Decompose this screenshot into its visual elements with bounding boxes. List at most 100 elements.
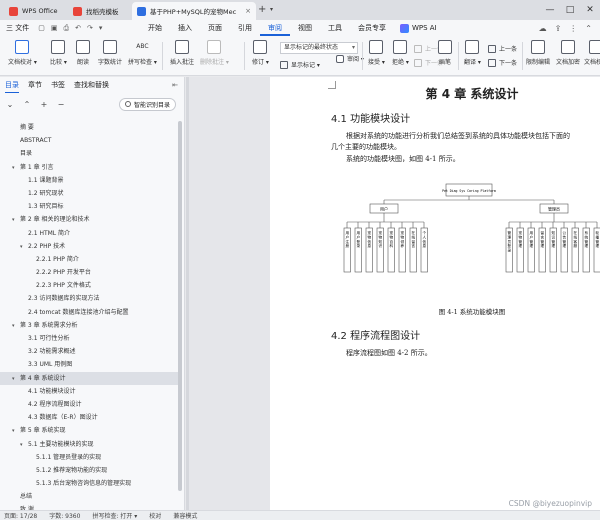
encrypt-button[interactable]: 文档加密: [556, 40, 580, 66]
proof-status[interactable]: 校对: [149, 511, 161, 520]
compare-button[interactable]: 比较 ▾: [50, 40, 67, 66]
toc-item[interactable]: 4.3 数据库（E-R）图设计: [0, 411, 178, 424]
expand-all-icon[interactable]: ⌄: [6, 100, 14, 109]
tab-wps-office[interactable]: WPS Office: [4, 2, 66, 20]
toc-item[interactable]: 5.1.1 管理员登录的实现: [0, 451, 178, 464]
pen-button[interactable]: 画笔: [438, 40, 452, 66]
toc-item[interactable]: 3.2 功能需求概述: [0, 345, 178, 358]
save-icon[interactable]: ▣: [51, 24, 58, 32]
tab-chapter[interactable]: 章节: [28, 80, 42, 92]
tab-bookmark[interactable]: 书签: [51, 80, 65, 92]
word-count[interactable]: 字数: 9360: [49, 511, 80, 520]
tab-find-replace[interactable]: 查找和替换: [74, 80, 109, 92]
diagram-root-label: Pet Diag Sys Caring Platform: [442, 189, 496, 193]
remove-heading-icon[interactable]: −: [57, 100, 65, 109]
toc-item[interactable]: 摘 要: [0, 121, 178, 134]
toc-item[interactable]: 5.1.2 推荐宠物功能的实现: [0, 464, 178, 477]
toc-item[interactable]: 1.3 研究目标: [0, 200, 178, 213]
translate-button[interactable]: 翻译 ▾: [464, 40, 481, 66]
tab-template[interactable]: 找稻壳模板: [68, 2, 130, 20]
cloud-icon[interactable]: ☁: [539, 24, 547, 33]
undo-icon[interactable]: ↶: [75, 24, 81, 32]
menu-start[interactable]: 开始: [140, 20, 170, 36]
word-count-button[interactable]: 字数统计: [98, 40, 122, 66]
toc-item[interactable]: 目录: [0, 147, 178, 160]
toc-item[interactable]: 1.1 课题背景: [0, 174, 178, 187]
toc-item[interactable]: 4.2 程序流程图设计: [0, 398, 178, 411]
maximize-icon[interactable]: □: [560, 0, 580, 20]
insert-comment-button[interactable]: 插入批注: [170, 40, 194, 66]
toc-item[interactable]: ▾ 第 4 章 系统设计: [0, 371, 178, 385]
restrict-edit-button[interactable]: 限制编辑: [526, 40, 550, 66]
nav-scrollbar[interactable]: [178, 121, 182, 491]
toc-item[interactable]: 5.1.3 后台宠物咨询信息的管理实现: [0, 477, 178, 490]
menu-view[interactable]: 视图: [290, 20, 320, 36]
track-changes-button[interactable]: 修订 ▾: [252, 40, 269, 66]
folder-icon[interactable]: ▢: [38, 24, 45, 32]
redo-icon[interactable]: ↷: [87, 24, 93, 32]
menu-member[interactable]: 会员专享: [350, 20, 394, 36]
document-page[interactable]: 第 4 章 系统设计 4.1 功能模块设计 根据对系统的功能进行分析我们总结签到…: [270, 77, 600, 510]
collapse-all-icon[interactable]: ⌃: [23, 100, 31, 109]
tab-document[interactable]: 基于PHP+MySQL的宠物Mec ×: [132, 2, 256, 20]
tab-list-icon[interactable]: ▾: [270, 6, 273, 13]
compare-prev-button[interactable]: 上一条: [488, 44, 517, 53]
toc-item[interactable]: ▾ 第 3 章 系统需求分析: [0, 319, 178, 332]
show-markup-button[interactable]: 显示标记 ▾: [280, 60, 320, 69]
toc-item[interactable]: 总结: [0, 490, 178, 503]
more-options-icon[interactable]: ⋮: [569, 24, 577, 33]
more-icon[interactable]: ▾: [99, 24, 103, 32]
collapse-pane-icon[interactable]: ⇤: [172, 81, 178, 91]
page-indicator[interactable]: 页面: 17/28: [4, 511, 37, 520]
toc-item[interactable]: 2.3 访问数据库的实现方法: [0, 292, 178, 305]
print-icon[interactable]: ⎙: [63, 24, 69, 33]
add-heading-icon[interactable]: +: [40, 100, 48, 109]
review-pane-button[interactable]: 审阅 ▾: [336, 54, 364, 63]
toc-item[interactable]: ▾ 5.1 主要功能模块的实现: [0, 438, 178, 451]
toc-item[interactable]: 4.1 功能模块设计: [0, 385, 178, 398]
smart-toc-button[interactable]: 智能识别目录: [118, 97, 176, 111]
tab-label: WPS Office: [22, 7, 58, 15]
minimize-icon[interactable]: —: [540, 0, 560, 20]
toc-item[interactable]: 1.2 研究现状: [0, 187, 178, 200]
menu-tools[interactable]: 工具: [320, 20, 350, 36]
button-label: 翻译 ▾: [464, 59, 481, 66]
tab-toc[interactable]: 目录: [5, 80, 19, 93]
menu-review[interactable]: 审阅: [260, 20, 290, 36]
menu-insert[interactable]: 插入: [170, 20, 200, 36]
toc-item[interactable]: ABSTRACT: [0, 134, 178, 147]
toc-item[interactable]: 2.1 HTML 简介: [0, 227, 178, 240]
close-window-icon[interactable]: ✕: [580, 0, 600, 20]
toc-item[interactable]: ▾ 第 1 章 引言: [0, 161, 178, 174]
toc-item[interactable]: 3.3 UML 用例图: [0, 358, 178, 371]
doc-proof-button[interactable]: 文档校对 ▾: [8, 40, 37, 66]
toc-item-label: 目录: [20, 150, 33, 158]
toc-item[interactable]: ▾ 第 2 章 相关的理论和技术: [0, 213, 178, 226]
collapse-ribbon-icon[interactable]: ⌃: [585, 24, 592, 33]
toc-item[interactable]: ▾ 2.2 PHP 技术: [0, 240, 178, 253]
permission-button[interactable]: 文档权限: [584, 40, 600, 66]
share-icon[interactable]: ⇪: [555, 24, 562, 33]
reject-button[interactable]: 拒绝 ▾: [392, 40, 409, 66]
toc-item[interactable]: 2.2.3 PHP 文件格式: [0, 279, 178, 292]
markup-display-select[interactable]: 显示标记的最终状态: [280, 42, 358, 54]
toc-item[interactable]: 3.1 可行性分析: [0, 332, 178, 345]
new-tab-icon[interactable]: +: [258, 4, 266, 15]
menu-page[interactable]: 页面: [200, 20, 230, 36]
paragraph-line: 几个主要的功能模块。: [331, 143, 401, 151]
delete-comment-button[interactable]: 删除批注 ▾: [200, 40, 229, 66]
close-tab-icon[interactable]: ×: [241, 7, 251, 15]
read-aloud-button[interactable]: 朗读: [76, 40, 90, 66]
spell-check-button[interactable]: ABC 拼写检查 ▾: [128, 40, 157, 66]
wps-ai-icon: [400, 23, 409, 33]
spell-check-status[interactable]: 拼写检查: 打开 ▾: [92, 511, 137, 520]
toc-item[interactable]: ▾ 第 5 章 系统实现: [0, 424, 178, 437]
wps-ai-button[interactable]: WPS AI: [400, 23, 437, 33]
menu-reference[interactable]: 引用: [230, 20, 260, 36]
accept-button[interactable]: 接受 ▾: [368, 40, 385, 66]
toc-item[interactable]: 2.2.1 PHP 简介: [0, 253, 178, 266]
toc-item[interactable]: 2.4 tomcat 数据库连接池介绍与配置: [0, 306, 178, 319]
toc-item[interactable]: 2.2.2 PHP 开发平台: [0, 266, 178, 279]
file-menu[interactable]: 三 文件: [6, 23, 29, 33]
compare-next-button[interactable]: 下一条: [488, 58, 517, 67]
